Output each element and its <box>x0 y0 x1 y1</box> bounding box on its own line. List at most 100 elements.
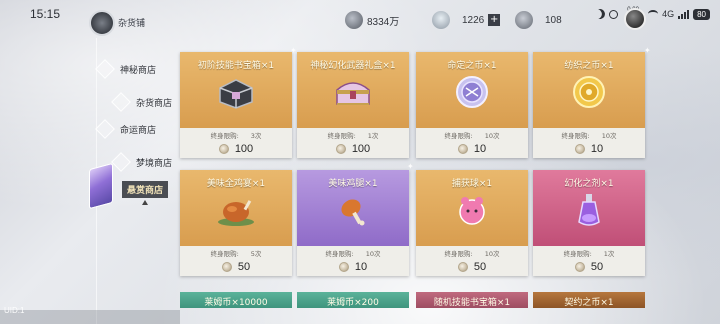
nav-item-label: 杂货商店 <box>136 98 173 109</box>
diamond-icon <box>95 59 115 79</box>
shop-item-card[interactable]: 捕获球×1 终身限购: 10次 50 <box>416 170 528 276</box>
sparkle-icon: ✦ <box>644 46 651 55</box>
purchase-limit: 终身限购: 5次 <box>210 250 262 258</box>
purchase-limit: 终身限购: 3次 <box>210 132 262 140</box>
nav-item-bounty-shop[interactable]: 悬赏商店 <box>118 181 169 198</box>
purchase-limit: 终身限购: 1次 <box>563 250 615 258</box>
battery-icon: 80 <box>693 8 710 20</box>
coin-icon <box>345 11 363 29</box>
currency-shell: 108 <box>515 10 562 30</box>
diamond-icon <box>95 119 115 139</box>
price: 100 <box>180 143 292 155</box>
item-title: 初阶技能书宝箱×1 <box>197 61 275 71</box>
purchase-limit: 终身限购: 10次 <box>444 250 500 258</box>
cat-face-icon <box>432 11 450 29</box>
alarm-icon <box>609 9 619 19</box>
price: 50 <box>180 261 292 273</box>
sparkle-icon: ✦ <box>407 162 414 171</box>
shell-icon <box>515 11 533 29</box>
net-type: 4G <box>662 9 675 19</box>
item-title: 莱姆币×200 <box>327 298 379 308</box>
nav-item-label: 梦境商店 <box>136 158 173 169</box>
item-title: 捕获球×1 <box>451 179 493 189</box>
currency-special-value: 1226 <box>462 14 485 26</box>
shop-item-card-partial[interactable]: 契约之币×1 <box>533 292 645 308</box>
shop-item-card-partial[interactable]: 莱姆币×200 <box>297 292 409 308</box>
shop-item-card[interactable]: 幻化之剂×1 终身限购: 1次 50 <box>533 170 645 276</box>
coin-icon <box>218 144 229 154</box>
battery-level: 80 <box>697 9 706 19</box>
item-title: 美味鸡腿×1 <box>328 179 378 189</box>
purchase-limit: 终身限购: 10次 <box>325 250 381 258</box>
shop-item-card[interactable]: 神秘幻化武器礼盒×1 终身限购: 1次 100 <box>297 52 409 158</box>
potion-bottle-icon <box>578 194 600 226</box>
ornate-chest-icon <box>336 82 370 105</box>
shop-item-card-partial[interactable]: 随机技能书宝箱×1 <box>416 292 528 308</box>
coin-icon <box>221 262 232 272</box>
nav-item-label: 神秘商店 <box>120 65 157 76</box>
shop-item-card[interactable]: 美味鸡腿×1 终身限购: 10次 10 <box>297 170 409 276</box>
coin-icon <box>574 262 585 272</box>
capture-ball-icon <box>459 197 485 225</box>
shop-item-card[interactable]: 命定之币×1 终身限购: 10次 10 <box>416 52 528 158</box>
nav-item-general-store[interactable]: 杂货商店 <box>111 92 173 112</box>
shop-item-card[interactable]: 美味全鸡宴×1 终身限购: 5次 50 <box>180 170 292 276</box>
add-currency-button[interactable]: + <box>488 14 501 26</box>
diamond-icon <box>111 152 131 172</box>
sparkle-icon: ✦ <box>290 46 297 55</box>
uid-bar <box>0 310 180 324</box>
purchase-limit: 终身限购: 1次 <box>327 132 379 140</box>
drumstick-icon <box>341 199 365 226</box>
item-title: 幻化之剂×1 <box>564 179 614 189</box>
currency-special: 1226 + <box>432 10 501 30</box>
dark-chest-icon <box>219 79 253 109</box>
price: 50 <box>416 261 528 273</box>
nav-item-mystery-shop[interactable]: 神秘商店 <box>95 59 157 79</box>
price: 50 <box>533 261 645 273</box>
shop-item-card[interactable]: 初阶技能书宝箱×1 终身限购: 3次 100 <box>180 52 292 158</box>
coin-icon <box>338 262 349 272</box>
crystal-icon <box>89 162 113 210</box>
shop-item-card-partial[interactable]: 莱姆币×10000 <box>180 292 292 308</box>
roast-chicken-icon <box>218 200 254 226</box>
item-title: 契约之币×1 <box>564 298 614 308</box>
coin-icon <box>574 144 585 154</box>
destiny-coin-icon <box>456 76 488 108</box>
purchase-limit: 终身限购: 10次 <box>444 132 500 140</box>
price: 10 <box>416 143 528 155</box>
diamond-icon <box>111 92 131 112</box>
nav-item-label: 悬赏商店 <box>122 181 169 198</box>
avatar[interactable] <box>624 8 646 30</box>
shop-grid: 初阶技能书宝箱×1 终身限购: 3次 100 神秘幻化武器礼盒×1 终身限购: 1次… <box>180 52 645 324</box>
triangle-indicator-icon <box>142 200 148 205</box>
coin-icon <box>457 144 468 154</box>
currency-coins: 8334万 <box>345 10 399 30</box>
clock: 15:15 <box>30 7 61 21</box>
purchase-limit: 终身限购: 10次 <box>561 132 617 140</box>
coin-icon <box>457 262 468 272</box>
item-title: 美味全鸡宴×1 <box>206 179 266 189</box>
weaving-coin-icon <box>573 76 605 108</box>
item-title: 纺织之币×1 <box>564 61 614 71</box>
nav-item-label: 命运商店 <box>120 125 157 136</box>
nav-item-fate-shop[interactable]: 命运商店 <box>95 119 157 139</box>
shop-item-card[interactable]: 纺织之币×1 终身限购: 10次 10 <box>533 52 645 158</box>
coin-icon <box>335 144 346 154</box>
uid-label: UID:1 <box>4 306 25 315</box>
shop-icon[interactable] <box>89 10 115 36</box>
shop-title: 杂货铺 <box>118 19 146 29</box>
wifi-icon <box>648 10 659 18</box>
price: 100 <box>297 143 409 155</box>
nav-item-dream-shop[interactable]: 梦境商店 <box>111 152 173 172</box>
item-title: 随机技能书宝箱×1 <box>433 298 511 308</box>
currency-coins-value: 8334万 <box>367 16 400 28</box>
price: 10 <box>533 143 645 155</box>
status-icons: 0.00 KB/s 4G 80 <box>595 7 710 21</box>
item-title: 莱姆币×10000 <box>204 298 268 308</box>
moon-icon <box>594 8 607 21</box>
price: 10 <box>297 261 409 273</box>
signal-icon <box>678 9 690 19</box>
currency-shell-value: 108 <box>545 14 562 26</box>
item-title: 命定之币×1 <box>447 61 497 71</box>
item-title: 神秘幻化武器礼盒×1 <box>310 61 396 71</box>
